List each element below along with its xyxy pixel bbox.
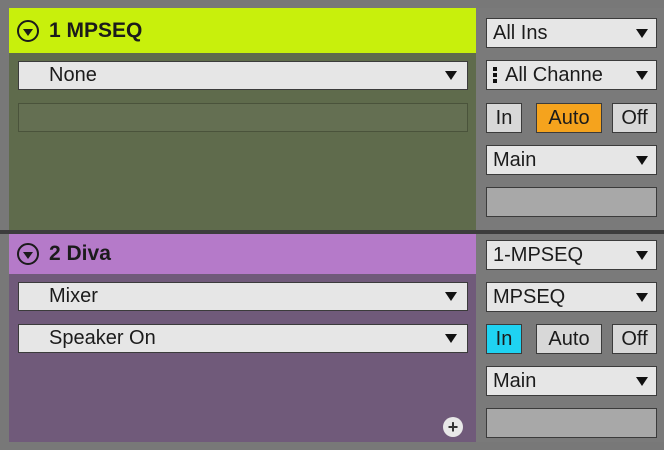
- monitor-in-label: In: [495, 327, 513, 350]
- monitor-auto-label: Auto: [548, 327, 590, 350]
- triangle-down-icon: [636, 70, 648, 80]
- triangle-down-icon: [636, 250, 648, 260]
- plus-circle-icon: +: [447, 417, 459, 437]
- track-1-output-sub-box[interactable]: [486, 187, 657, 217]
- track-2-header[interactable]: 2 Diva: [9, 234, 476, 274]
- track-1-input-channel-dropdown[interactable]: All Channe: [486, 60, 657, 90]
- track-2-monitor-auto-button[interactable]: Auto: [536, 324, 602, 354]
- monitor-off-label: Off: [621, 327, 648, 350]
- add-device-button[interactable]: +: [443, 417, 463, 437]
- track-1-output-dropdown[interactable]: Main: [486, 145, 657, 175]
- dropdown-value: Mixer: [49, 285, 98, 307]
- track-1-monitor-in-button[interactable]: In: [486, 103, 522, 133]
- dropdown-value: 1-MPSEQ: [493, 243, 584, 266]
- track-1-input-type-dropdown[interactable]: All Ins: [486, 18, 657, 48]
- dropdown-value: Speaker On: [49, 327, 156, 349]
- dropdown-content: All Channe: [493, 64, 603, 87]
- triangle-down-icon: [636, 292, 648, 302]
- dropdown-value: Main: [493, 148, 537, 171]
- track-2-monitor-in-button[interactable]: In: [486, 324, 522, 354]
- fold-chevron-icon[interactable]: [17, 19, 39, 42]
- monitor-off-label: Off: [621, 106, 648, 129]
- track-1-monitor-auto-button[interactable]: Auto: [536, 103, 602, 133]
- monitor-auto-label: Auto: [548, 106, 590, 129]
- triangle-down-icon: [445, 71, 457, 80]
- track-2-output-sub-box[interactable]: [486, 408, 657, 438]
- fold-chevron-icon[interactable]: [17, 243, 39, 265]
- track-2-title: 2 Diva: [49, 242, 111, 265]
- track-2-instrument-dropdown[interactable]: Mixer: [18, 282, 468, 311]
- track-2-input-type-dropdown[interactable]: 1-MPSEQ: [486, 240, 657, 270]
- track-2-output-dropdown[interactable]: Main: [486, 366, 657, 396]
- monitor-in-label: In: [495, 106, 513, 129]
- triangle-down-icon: [636, 376, 648, 386]
- track-1-monitor-off-button[interactable]: Off: [612, 103, 657, 133]
- track-2-monitor-off-button[interactable]: Off: [612, 324, 657, 354]
- channel-grid-icon: [493, 67, 497, 83]
- track-1-instrument-dropdown[interactable]: None: [18, 61, 468, 90]
- track-1-empty-chain-field[interactable]: [18, 103, 468, 132]
- dropdown-value: All Channe: [505, 63, 603, 86]
- dropdown-value: MPSEQ: [493, 285, 566, 308]
- triangle-down-icon: [445, 334, 457, 343]
- dropdown-value: All Ins: [493, 21, 548, 44]
- track-1-title: 1 MPSEQ: [49, 18, 143, 42]
- triangle-down-icon: [636, 28, 648, 38]
- triangle-down-icon: [445, 292, 457, 301]
- triangle-down-icon: [636, 155, 648, 165]
- track-1-header[interactable]: 1 MPSEQ: [9, 8, 476, 53]
- dropdown-value: Main: [493, 369, 537, 392]
- track-2-instrument-sub-dropdown[interactable]: Speaker On: [18, 324, 468, 353]
- track-2-input-channel-dropdown[interactable]: MPSEQ: [486, 282, 657, 312]
- dropdown-value: None: [49, 64, 97, 86]
